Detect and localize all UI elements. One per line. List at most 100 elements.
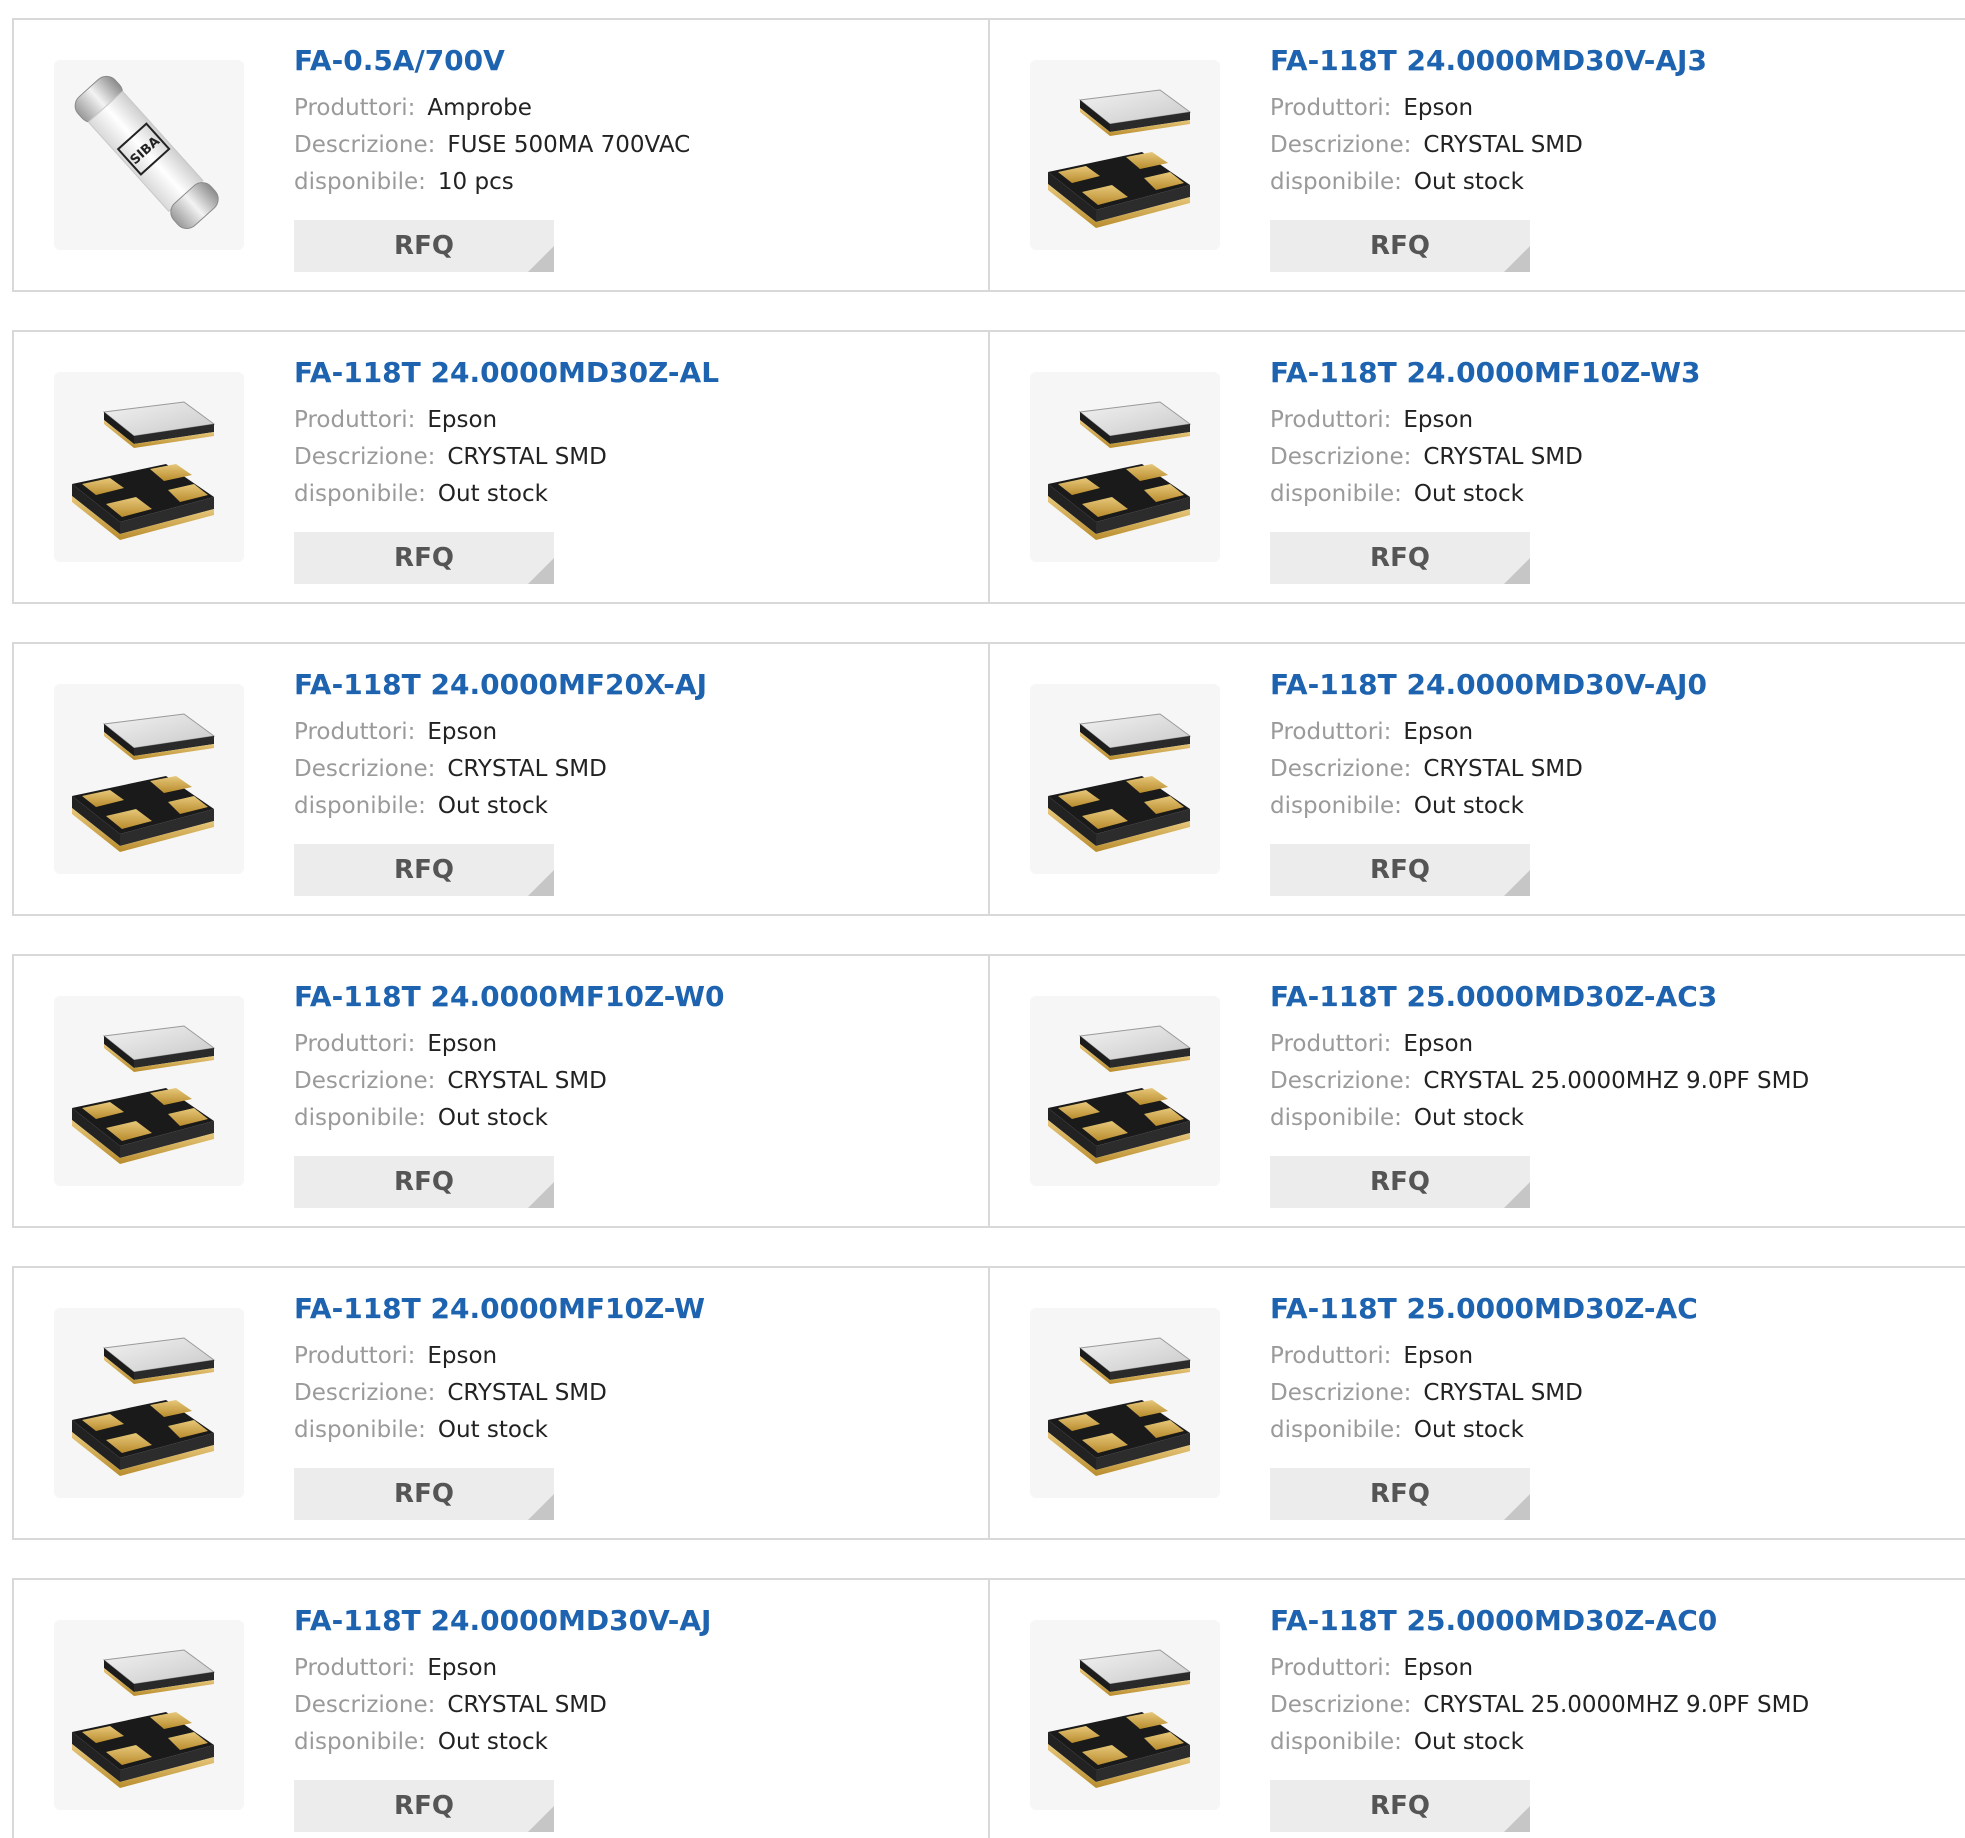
corner-fold-icon (1504, 558, 1530, 584)
availability-label: disponibile: (294, 481, 426, 507)
product-card: FA-118T 25.0000MD30Z-AC3 Produttori: Epso… (990, 954, 1965, 1228)
crystal-smd-icon[interactable] (1030, 60, 1220, 250)
rfq-label: RFQ (394, 1167, 454, 1197)
description-row: Descrizione: FUSE 500MA 700VAC (294, 127, 968, 164)
rfq-button[interactable]: RFQ (1270, 532, 1530, 584)
description-label: Descrizione: (294, 1068, 436, 1094)
crystal-smd-icon[interactable] (1030, 684, 1220, 874)
corner-fold-icon (528, 1806, 554, 1832)
product-title-link[interactable]: FA-118T 24.0000MF10Z-W (294, 1292, 968, 1326)
manufacturer-value: Amprobe (427, 95, 532, 121)
description-value: CRYSTAL SMD (447, 1380, 607, 1406)
manufacturer-row: Produttori: Epson (294, 1026, 968, 1063)
availability-value: Out stock (1413, 1729, 1524, 1755)
crystal-smd-icon[interactable] (1030, 996, 1220, 1186)
manufacturer-label: Produttori: (294, 1031, 416, 1057)
rfq-button[interactable]: RFQ (1270, 220, 1530, 272)
rfq-label: RFQ (394, 543, 454, 573)
product-card: FA-118T 24.0000MF10Z-W3 Produttori: Epson… (990, 330, 1965, 604)
rfq-button[interactable]: RFQ (294, 844, 554, 896)
crystal-smd-icon[interactable] (54, 1620, 244, 1810)
manufacturer-value: Epson (1403, 95, 1474, 121)
manufacturer-row: Produttori: Epson (294, 402, 968, 439)
availability-label: disponibile: (1270, 1729, 1402, 1755)
product-title-link[interactable]: FA-118T 24.0000MF10Z-W0 (294, 980, 968, 1014)
rfq-button[interactable]: RFQ (1270, 1780, 1530, 1832)
rfq-label: RFQ (1370, 1791, 1430, 1821)
product-title-link[interactable]: FA-118T 24.0000MD30V-AJ0 (1270, 668, 1946, 702)
product-title-link[interactable]: FA-118T 24.0000MF10Z-W3 (1270, 356, 1946, 390)
description-value: CRYSTAL SMD (1423, 444, 1583, 470)
product-card: FA-118T 25.0000MD30Z-AC Produttori: Epson… (990, 1266, 1965, 1540)
corner-fold-icon (1504, 1182, 1530, 1208)
rfq-label: RFQ (394, 231, 454, 261)
description-label: Descrizione: (1270, 1068, 1412, 1094)
description-row: Descrizione: CRYSTAL SMD (294, 1687, 968, 1724)
corner-fold-icon (1504, 1494, 1530, 1520)
availability-row: disponibile: Out stock (1270, 1412, 1946, 1449)
corner-fold-icon (528, 870, 554, 896)
description-value: CRYSTAL SMD (447, 1068, 607, 1094)
crystal-smd-icon[interactable] (1030, 372, 1220, 562)
rfq-label: RFQ (1370, 1479, 1430, 1509)
description-row: Descrizione: CRYSTAL SMD (1270, 127, 1946, 164)
description-value: CRYSTAL SMD (1423, 756, 1583, 782)
manufacturer-label: Produttori: (1270, 1031, 1392, 1057)
rfq-label: RFQ (394, 1791, 454, 1821)
product-card: SIBA FA-0.5A/700V Produttori: Amprobe Des… (12, 18, 990, 292)
product-title-link[interactable]: FA-118T 25.0000MD30Z-AC0 (1270, 1604, 1946, 1638)
rfq-button[interactable]: RFQ (294, 532, 554, 584)
product-title-link[interactable]: FA-118T 24.0000MD30Z-AL (294, 356, 968, 390)
product-title-link[interactable]: FA-118T 24.0000MD30V-AJ3 (1270, 44, 1946, 78)
manufacturer-label: Produttori: (1270, 1655, 1392, 1681)
crystal-smd-icon[interactable] (1030, 1308, 1220, 1498)
description-label: Descrizione: (1270, 1692, 1412, 1718)
availability-row: disponibile: 10 pcs (294, 164, 968, 201)
rfq-button[interactable]: RFQ (1270, 1156, 1530, 1208)
manufacturer-row: Produttori: Amprobe (294, 90, 968, 127)
availability-row: disponibile: Out stock (1270, 164, 1946, 201)
product-title-link[interactable]: FA-118T 24.0000MD30V-AJ (294, 1604, 968, 1638)
rfq-button[interactable]: RFQ (1270, 1468, 1530, 1520)
description-row: Descrizione: CRYSTAL SMD (294, 751, 968, 788)
description-row: Descrizione: CRYSTAL SMD (294, 1375, 968, 1412)
availability-row: disponibile: Out stock (294, 1412, 968, 1449)
rfq-button[interactable]: RFQ (294, 220, 554, 272)
description-label: Descrizione: (1270, 756, 1412, 782)
description-label: Descrizione: (1270, 132, 1412, 158)
manufacturer-row: Produttori: Epson (1270, 714, 1946, 751)
rfq-button[interactable]: RFQ (294, 1780, 554, 1832)
fuse-icon[interactable]: SIBA (54, 60, 244, 250)
product-card: FA-118T 24.0000MF20X-AJ Produttori: Epson… (12, 642, 990, 916)
crystal-smd-icon[interactable] (54, 1308, 244, 1498)
rfq-button[interactable]: RFQ (1270, 844, 1530, 896)
manufacturer-label: Produttori: (294, 1655, 416, 1681)
crystal-smd-icon[interactable] (1030, 1620, 1220, 1810)
manufacturer-label: Produttori: (1270, 407, 1392, 433)
manufacturer-value: Epson (1403, 1343, 1474, 1369)
manufacturer-value: Epson (427, 1031, 498, 1057)
availability-row: disponibile: Out stock (1270, 1724, 1946, 1761)
description-row: Descrizione: CRYSTAL 25.0000MHZ 9.0PF SMD (1270, 1063, 1946, 1100)
manufacturer-row: Produttori: Epson (1270, 1650, 1946, 1687)
crystal-smd-icon[interactable] (54, 996, 244, 1186)
description-value: FUSE 500MA 700VAC (447, 132, 691, 158)
crystal-smd-icon[interactable] (54, 684, 244, 874)
product-title-link[interactable]: FA-118T 24.0000MF20X-AJ (294, 668, 968, 702)
rfq-label: RFQ (1370, 543, 1430, 573)
description-value: CRYSTAL 25.0000MHZ 9.0PF SMD (1423, 1692, 1810, 1718)
rfq-button[interactable]: RFQ (294, 1468, 554, 1520)
corner-fold-icon (528, 558, 554, 584)
rfq-button[interactable]: RFQ (294, 1156, 554, 1208)
description-label: Descrizione: (294, 756, 436, 782)
product-grid: SIBA FA-0.5A/700V Produttori: Amprobe Des… (12, 18, 1965, 1838)
corner-fold-icon (1504, 1806, 1530, 1832)
product-title-link[interactable]: FA-118T 25.0000MD30Z-AC3 (1270, 980, 1946, 1014)
description-value: CRYSTAL SMD (447, 444, 607, 470)
availability-value: Out stock (437, 481, 548, 507)
rfq-label: RFQ (1370, 855, 1430, 885)
crystal-smd-icon[interactable] (54, 372, 244, 562)
product-title-link[interactable]: FA-118T 25.0000MD30Z-AC (1270, 1292, 1946, 1326)
product-title-link[interactable]: FA-0.5A/700V (294, 44, 968, 78)
availability-row: disponibile: Out stock (294, 476, 968, 513)
